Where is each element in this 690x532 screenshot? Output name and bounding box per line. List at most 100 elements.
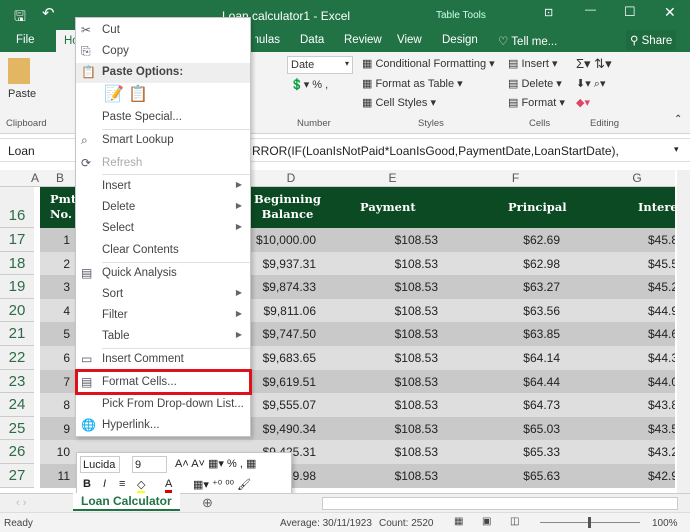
tab-data[interactable]: Data [300,34,324,46]
cell-payment[interactable]: $108.53 [360,398,438,412]
cell-interest[interactable]: $45.55 [648,257,675,271]
cell-interest[interactable]: $45.84 [648,233,675,247]
tab-formulas[interactable]: Formulas [255,34,280,46]
delete-cells-button[interactable]: ▤ Delete ▾ [508,77,562,90]
cell-interest[interactable]: $43.20 [648,445,675,459]
cell-payment[interactable]: $108.53 [360,327,438,341]
zoom-slider-thumb[interactable] [588,517,591,528]
cell-principal[interactable]: $64.14 [480,351,560,365]
share-button[interactable]: ⚲ Share [626,30,677,50]
zoom-level[interactable]: 100% [652,518,678,529]
row-header[interactable]: 18 [0,251,34,276]
horizontal-scrollbar[interactable] [322,497,678,510]
cell-payment[interactable]: $108.53 [360,233,438,247]
conditional-formatting-button[interactable]: ▦ Conditional Formatting ▾ [362,57,495,70]
menu-item-sort[interactable]: Sort ▶ [76,285,250,305]
cell-payment[interactable]: $108.53 [360,351,438,365]
vertical-scrollbar[interactable] [677,170,690,493]
format-cells-ribbon-button[interactable]: ▤ Format ▾ [508,96,565,109]
cell-pmt-no[interactable]: 2 [40,257,70,271]
paste-option-values-icon[interactable]: 📋 [128,84,148,104]
cell-payment[interactable]: $108.53 [360,304,438,318]
undo-icon[interactable]: ↶ [42,4,55,22]
font-size-dropdown[interactable]: 9 [132,456,167,473]
font-name-dropdown[interactable]: Lucida S [80,456,120,473]
cell-interest[interactable]: $43.50 [648,422,675,436]
font-color-icon[interactable]: A [165,478,173,493]
cell-principal[interactable]: $65.63 [480,469,560,483]
menu-item-smart-lookup[interactable]: ⌕ Smart Lookup [76,131,250,151]
row-header[interactable]: 26 [0,440,34,464]
save-icon[interactable]: 🖫 [14,6,26,30]
cell-interest[interactable]: $44.68 [648,327,675,341]
fill-color-icon[interactable]: ◇ [137,478,146,494]
borders-icon[interactable]: ▦▾ ⁺⁰ ⁰⁰ 🖌 [193,478,251,491]
tab-view[interactable]: View [397,34,422,46]
row-header[interactable]: 20 [0,298,34,323]
cell-pmt-no[interactable]: 7 [40,375,70,389]
cell-pmt-no[interactable]: 11 [40,469,70,483]
fill-icon[interactable]: ⬇▾ ⌕▾ [576,77,605,91]
close-button[interactable]: ✕ [664,4,676,21]
menu-item-paste-special[interactable]: Paste Special... [76,108,250,128]
cell-principal[interactable]: $62.69 [480,233,560,247]
tab-design[interactable]: Design [442,34,478,46]
menu-item-refresh[interactable]: ⟳ Refresh [76,154,250,174]
maximize-button[interactable]: ☐ [624,4,636,20]
number-format-dropdown[interactable]: Date ▾ [287,56,353,74]
tab-file[interactable]: File [16,34,35,46]
cell-interest[interactable]: $42.90 [648,469,675,483]
cell-interest[interactable]: $44.09 [648,375,675,389]
row-header[interactable]: 19 [0,275,34,299]
row-header[interactable]: 23 [0,369,34,394]
align-center-icon[interactable]: ≡ [119,478,125,490]
cell-payment[interactable]: $108.53 [360,280,438,294]
cell-pmt-no[interactable]: 8 [40,398,70,412]
cell-interest[interactable]: $45.26 [648,280,675,294]
cell-principal[interactable]: $63.27 [480,280,560,294]
menu-item-quick-analysis[interactable]: ▤ Quick Analysis [76,264,250,284]
sheet-scroll-arrows[interactable]: ‹ › [16,497,26,509]
cell-pmt-no[interactable]: 3 [40,280,70,294]
cell-interest[interactable]: $44.97 [648,304,675,318]
autosum-icon[interactable]: Σ▾ ⇅▾ [576,56,612,72]
row-header[interactable]: 24 [0,393,34,417]
cell-pmt-no[interactable]: 5 [40,327,70,341]
cell-payment[interactable]: $108.53 [360,422,438,436]
clear-icon[interactable]: ◆▾ [576,96,590,109]
format-as-table-button[interactable]: ▦ Format as Table ▾ [362,77,463,90]
minimize-button[interactable]: — [585,4,596,16]
sheet-tab-loan-calculator[interactable]: Loan Calculator [73,493,180,511]
column-header-b[interactable]: B [40,171,80,185]
menu-item-clear-contents[interactable]: Clear Contents [76,241,250,261]
cell-payment[interactable]: $108.53 [360,375,438,389]
menu-item-delete[interactable]: Delete ▶ [76,198,250,218]
cell-principal[interactable]: $64.44 [480,375,560,389]
bold-button[interactable]: B [83,478,91,490]
insert-cells-button[interactable]: ▤ Insert ▾ [508,57,558,70]
formula-input[interactable]: RROR(IF(LoanIsNotPaid*LoanIsGood,Payment… [252,144,619,158]
cell-interest[interactable]: $44.39 [648,351,675,365]
menu-item-cut[interactable]: ✂ Cut [76,21,250,41]
menu-item-insert[interactable]: Insert ▶ [76,177,250,197]
cell-pmt-no[interactable]: 10 [40,445,70,459]
cell-payment[interactable]: $108.53 [360,445,438,459]
menu-item-hyperlink[interactable]: 🌐 Hyperlink... [76,416,250,436]
name-box[interactable]: Loan [8,144,35,158]
column-header-d[interactable]: D [251,171,331,185]
page-layout-view-icon[interactable]: ▣ [482,516,491,527]
row-header[interactable]: 21 [0,322,34,346]
collapse-ribbon-icon[interactable]: ⌃ [674,114,682,125]
menu-item-filter[interactable]: Filter ▶ [76,306,250,326]
accounting-format-button[interactable]: 💲▾ % , [290,78,328,91]
column-header-a[interactable]: A [30,171,40,185]
paste-button[interactable]: Paste [8,88,36,100]
paste-option-keep-formatting-icon[interactable]: 📝 [104,84,124,104]
row-header[interactable]: 22 [0,346,34,370]
column-header-g[interactable]: G [577,171,690,185]
menu-item-copy[interactable]: ⎘ Copy [76,42,250,62]
menu-item-insert-comment[interactable]: ▭ Insert Comment [76,350,250,370]
row-header[interactable]: 16 [0,187,34,228]
row-header[interactable]: 27 [0,464,34,488]
italic-button[interactable]: I [103,478,106,490]
